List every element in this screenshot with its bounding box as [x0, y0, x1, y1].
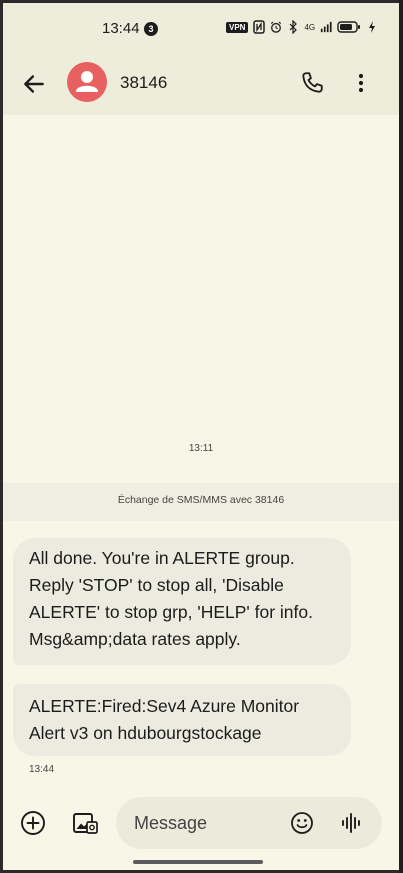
message-input[interactable]: Message	[116, 797, 382, 849]
message-line: Reply 'STOP' to stop all, 'Disable	[29, 575, 284, 595]
network-type-label: 4G	[304, 22, 316, 32]
message-line: Msg&amp;data rates apply.	[29, 629, 241, 649]
add-circle-icon[interactable]	[19, 809, 47, 837]
message-line: All done. You're in ALERTE group.	[29, 548, 295, 568]
person-icon	[76, 71, 98, 92]
battery-icon	[337, 21, 361, 33]
message-placeholder: Message	[134, 813, 208, 833]
alarm-icon	[271, 21, 282, 33]
status-time: 13:44	[102, 20, 140, 37]
signal-icon	[320, 21, 332, 33]
avatar[interactable]	[67, 62, 107, 102]
window-edge	[399, 0, 403, 873]
back-arrow-icon[interactable]	[21, 71, 47, 97]
message-line: ALERTE' to stop grp, 'HELP' for info.	[29, 602, 313, 622]
gallery-icon[interactable]	[71, 809, 99, 837]
message-bubble[interactable]: All done. You're in ALERTE group. Reply …	[13, 538, 351, 665]
charging-icon	[369, 21, 376, 33]
contact-name[interactable]: 38146	[120, 73, 167, 93]
conversation-timestamp: 13:11	[188, 443, 214, 454]
phone-icon[interactable]	[299, 70, 325, 96]
message-bubble[interactable]: ALERTE:Fired:Sev4 Azure Monitor Alert v3…	[13, 684, 351, 756]
conversation-header: 38146	[3, 55, 399, 115]
message-line: Alert v3 on hdubourgstockage	[29, 723, 262, 743]
status-icons: VPN 4G	[226, 20, 378, 34]
emoji-icon[interactable]	[290, 811, 314, 835]
nfc-icon	[253, 20, 266, 34]
compose-bar: Message	[3, 793, 399, 853]
message-line: ALERTE:Fired:Sev4 Azure Monitor	[29, 696, 300, 716]
phone-screen: 13:44 3 VPN 4G 38146 13:11 Échange de SM…	[3, 3, 399, 870]
home-indicator[interactable]	[133, 860, 263, 864]
message-timestamp: 13:44	[29, 764, 55, 775]
voice-icon[interactable]	[341, 811, 363, 835]
bluetooth-icon	[290, 20, 298, 34]
vpn-icon: VPN	[226, 21, 249, 33]
exchange-label: Échange de SMS/MMS avec 38146	[117, 494, 285, 506]
notification-count-badge: 3	[144, 22, 158, 36]
status-bar: 13:44 3 VPN 4G	[3, 3, 399, 55]
more-vert-icon[interactable]	[351, 70, 371, 96]
